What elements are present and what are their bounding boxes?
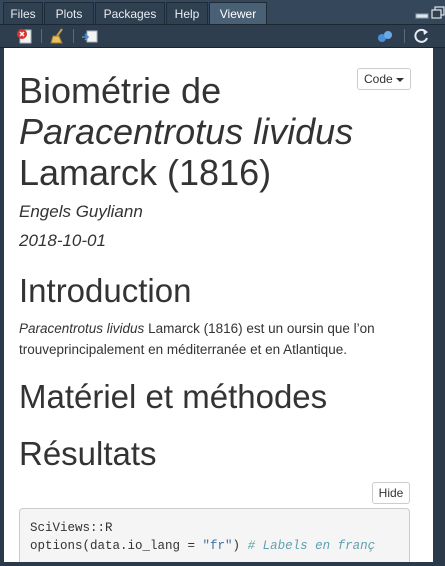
title-line-3: Lamarck (1816) — [19, 152, 272, 193]
viewer-toolbar — [0, 25, 445, 48]
broom-icon[interactable] — [49, 28, 67, 44]
intro-paragraph: Paracentrotus lividus Lamarck (1816) est… — [19, 318, 414, 360]
document-date: 2018-10-01 — [19, 231, 106, 250]
intro-species: Paracentrotus lividus — [19, 321, 145, 336]
document-title: Biométrie de Paracentrotus lividus Lamar… — [19, 70, 379, 193]
refresh-icon[interactable] — [413, 28, 431, 44]
title-line-1: Biométrie de — [19, 70, 222, 111]
tab-files[interactable]: Files — [3, 2, 43, 24]
maximize-icon[interactable] — [431, 6, 445, 20]
hide-code-button[interactable]: Hide — [372, 482, 410, 504]
title-species: Paracentrotus lividus — [19, 111, 354, 152]
tab-packages[interactable]: Packages — [95, 2, 165, 24]
toolbar-divider — [73, 29, 74, 43]
clear-viewer-icon[interactable] — [16, 28, 34, 44]
tab-help[interactable]: Help — [166, 2, 208, 24]
code-line-2-prefix: options(data.io_lang = — [30, 539, 203, 553]
viewer-pane: Files Plots Packages Help Viewer Code Bi… — [0, 0, 445, 566]
publish-icon[interactable] — [376, 28, 394, 44]
section-heading-introduction: Introduction — [19, 272, 192, 309]
code-line-2-string: "fr" — [202, 539, 233, 553]
section-heading-results: Résultats — [19, 435, 157, 472]
section-heading-methods: Matériel et méthodes — [19, 378, 328, 415]
document-author: Engels Guyliann — [19, 202, 143, 221]
tab-plots[interactable]: Plots — [44, 2, 94, 24]
code-chunk: SciViews::R options(data.io_lang = "fr")… — [19, 508, 410, 562]
toolbar-divider — [41, 29, 42, 43]
vertical-scrollbar[interactable] — [433, 48, 441, 562]
pane-tab-bar: Files Plots Packages Help Viewer — [0, 0, 445, 25]
minimize-icon[interactable] — [415, 6, 429, 20]
code-line-2-comment: # Labels en franç — [247, 539, 376, 553]
code-line-2-suffix: ) — [232, 539, 248, 553]
export-icon[interactable] — [81, 28, 99, 44]
viewer-content: Code Biométrie de Paracentrotus lividus … — [4, 48, 433, 562]
toolbar-divider — [404, 29, 405, 43]
tab-viewer[interactable]: Viewer — [209, 2, 267, 24]
caret-down-icon — [395, 77, 404, 82]
code-line-1: SciViews::R — [30, 521, 113, 535]
